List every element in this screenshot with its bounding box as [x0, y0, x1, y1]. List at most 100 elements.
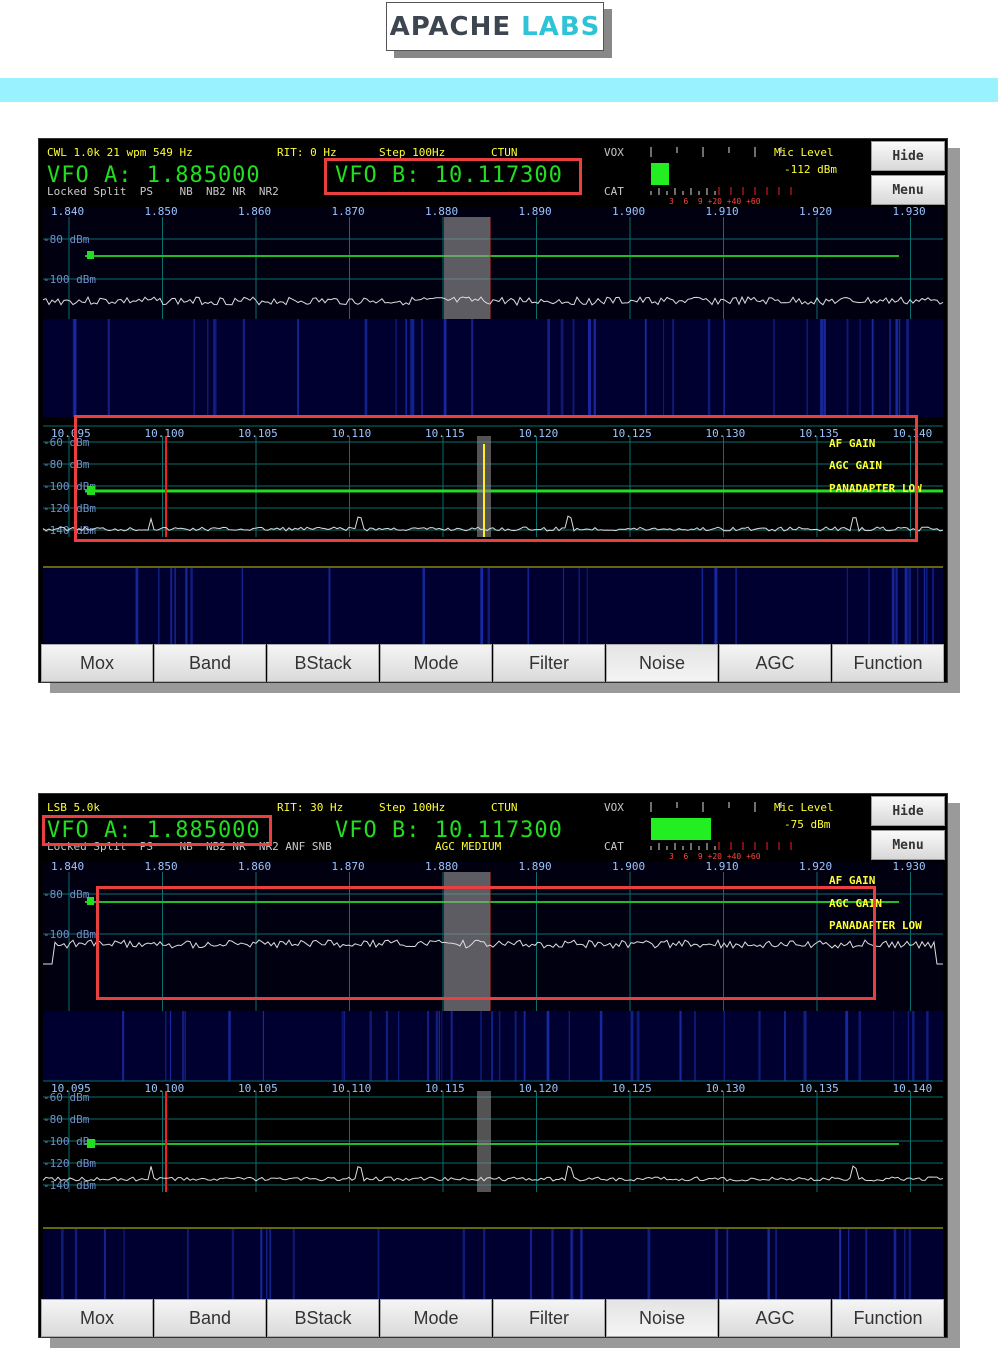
rx1-freq-tick: 1.910: [706, 860, 739, 873]
mic-level-label: Mic Level: [774, 146, 834, 159]
rx1-db-label: -100 dBm: [43, 273, 96, 286]
bottom-toolbar: Mox Band BStack Mode Filter Noise AGC Fu…: [41, 644, 945, 682]
step-label[interactable]: Step 100Hz: [379, 801, 445, 814]
rx1-squelch-handle: [87, 897, 94, 905]
rx2-waterfall: [43, 568, 943, 644]
rx2-db-label: -60 dBm: [43, 436, 90, 449]
mox-button[interactable]: Mox: [41, 1299, 153, 1337]
mode-line: LSB 5.0k: [47, 801, 100, 814]
rx1-freq-tick: 1.860: [238, 860, 271, 873]
mic-level-label: Mic Level: [774, 801, 834, 814]
mode-button[interactable]: Mode: [380, 1299, 492, 1337]
rx2-squelch-handle: [87, 486, 95, 495]
band-button[interactable]: Band: [154, 644, 266, 682]
rx2-freq-tick: 10.115: [425, 1082, 465, 1095]
rx1-freq-tick: 1.870: [332, 860, 365, 873]
rx2-freq-tick: 10.115: [425, 427, 465, 440]
rx1-freq-tick: 1.850: [145, 205, 178, 218]
rx2-db-label: -120 dBm: [43, 502, 96, 515]
rit-label[interactable]: RIT: 30 Hz: [277, 801, 343, 814]
vox-label[interactable]: VOX: [604, 146, 624, 159]
rx1-freq-tick: 1.880: [425, 205, 458, 218]
noise-button[interactable]: Noise: [606, 644, 718, 682]
bstack-button[interactable]: BStack: [267, 644, 379, 682]
signal-dbm: -112 dBm: [784, 163, 837, 176]
rx2-waterfall: [43, 1229, 943, 1299]
rx2-freq-tick: 10.105: [238, 1082, 278, 1095]
ctun-label[interactable]: CTUN: [491, 146, 518, 159]
mox-button[interactable]: Mox: [41, 644, 153, 682]
rx1-freq-tick: 1.850: [145, 860, 178, 873]
rit-label[interactable]: RIT: 0 Hz: [277, 146, 337, 159]
noise-button[interactable]: Noise: [606, 1299, 718, 1337]
rx1-panadapter: [43, 862, 943, 1011]
rx1-freq-tick: 1.860: [238, 205, 271, 218]
rx1-freq-tick: 1.890: [519, 205, 552, 218]
hide-button[interactable]: Hide: [871, 141, 945, 171]
rx2-freq-tick: 10.125: [612, 427, 652, 440]
rx1-waterfall: [43, 1011, 943, 1081]
meter-scale: 3 6 9 +20 +40 +60: [669, 852, 761, 861]
logo-word-apache: APACHE: [389, 11, 512, 42]
rx2-db-label: -80 dBm: [43, 1113, 90, 1126]
rx1-db-label: -80 dBm: [43, 888, 90, 901]
cat-label: CAT: [604, 840, 624, 853]
radio-screenshot-1: 1.840 1.850 1.860 1.870 1.880 1.890 1.900 1.910…: [38, 138, 948, 683]
rx2-db-label: -120 dBm: [43, 1157, 96, 1170]
mode-button[interactable]: Mode: [380, 644, 492, 682]
rx2-freq-tick: 10.100: [145, 427, 185, 440]
rx1-freq-tick: 1.880: [425, 860, 458, 873]
af-gain-label: AF GAIN: [829, 874, 876, 887]
vox-label[interactable]: VOX: [604, 801, 624, 814]
rx1-freq-tick: 1.870: [332, 205, 365, 218]
mic-level-bar: [651, 818, 711, 840]
step-label[interactable]: Step 100Hz: [379, 146, 445, 159]
rx1-freq-tick: 1.890: [519, 860, 552, 873]
rx1-db-label: -80 dBm: [43, 233, 90, 246]
spectrum-display[interactable]: 1.840 1.850 1.860 1.870 1.880 1.890 1.900 1.910…: [39, 139, 949, 684]
rx2-freq-tick: 10.130: [706, 427, 746, 440]
agc-gain-label: AGC GAIN: [829, 459, 882, 472]
rx2-db-label: -60 dBm: [43, 1091, 90, 1104]
rx1-freq-tick: 1.840: [51, 860, 84, 873]
rx1-freq-tick: 1.910: [706, 205, 739, 218]
rx1-waterfall: [43, 319, 943, 417]
rx1-panadapter: [43, 207, 943, 319]
agc-line: AGC MEDIUM: [435, 840, 502, 853]
filter-button[interactable]: Filter: [493, 1299, 605, 1337]
function-button[interactable]: Function: [832, 644, 944, 682]
rx1-freq-tick: 1.920: [799, 205, 832, 218]
hide-button[interactable]: Hide: [871, 796, 945, 826]
rx2-freq-tick: 10.120: [519, 427, 559, 440]
rx1-freq-tick: 1.840: [51, 205, 84, 218]
rx2-filter-passband: [477, 1091, 491, 1192]
mic-level-bar: [651, 163, 669, 185]
menu-button[interactable]: Menu: [871, 175, 945, 205]
logo-word-labs: LABS: [521, 11, 601, 42]
rx2-freq-tick: 10.120: [519, 1082, 559, 1095]
function-button[interactable]: Function: [832, 1299, 944, 1337]
menu-button[interactable]: Menu: [871, 830, 945, 860]
agc-button[interactable]: AGC: [719, 1299, 831, 1337]
meter-scale: 3 6 9 +20 +40 +60: [669, 197, 761, 206]
agc-button[interactable]: AGC: [719, 644, 831, 682]
signal-dbm: -75 dBm: [784, 818, 831, 831]
rx2-db-label: -140 dBm: [43, 524, 96, 537]
rx1-db-label: -100 dBm: [43, 928, 96, 941]
cyan-divider-bar: [0, 78, 998, 102]
rx2-freq-tick: 10.105: [238, 427, 278, 440]
rx1-freq-tick: 1.930: [893, 860, 926, 873]
band-button[interactable]: Band: [154, 1299, 266, 1337]
bstack-button[interactable]: BStack: [267, 1299, 379, 1337]
ctun-label[interactable]: CTUN: [491, 801, 518, 814]
filter-button[interactable]: Filter: [493, 644, 605, 682]
panadapter-low-label: PANADAPTER LOW: [829, 919, 922, 932]
rx2-freq-tick: 10.100: [145, 1082, 185, 1095]
spectrum-display[interactable]: 1.840 1.850 1.860 1.870 1.880 1.890 1.900 1.910…: [39, 794, 949, 1339]
rx2-freq-tick: 10.140: [893, 427, 933, 440]
agc-gain-label: AGC GAIN: [829, 897, 882, 910]
rx1-freq-tick: 1.900: [612, 860, 645, 873]
rx1-freq-tick: 1.920: [799, 860, 832, 873]
rx2-freq-tick: 10.125: [612, 1082, 652, 1095]
vfo-b-display[interactable]: VFO B: 10.117300: [335, 163, 563, 188]
